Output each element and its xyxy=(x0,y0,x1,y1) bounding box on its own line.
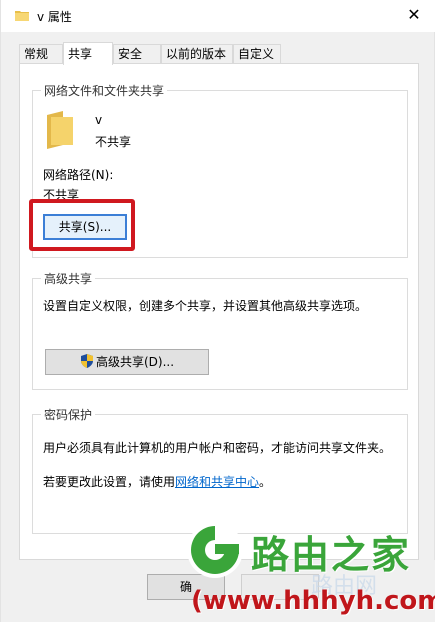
advanced-sharing-description: 设置自定义权限，创建多个共享，并设置其他高级共享选项。 xyxy=(43,299,368,313)
tab-security[interactable]: 安全 xyxy=(113,44,161,63)
tab-general[interactable]: 常规 xyxy=(19,44,63,63)
change-setting-suffix: 。 xyxy=(259,475,272,489)
advanced-sharing-group: 高级共享 设置自定义权限，创建多个共享，并设置其他高级共享选项。 高级共享(D)… xyxy=(32,270,408,390)
change-setting-prefix: 若要更改此设置，请使用 xyxy=(43,475,176,489)
advanced-sharing-button[interactable]: 高级共享(D)... xyxy=(45,349,209,375)
watermark: 路由之家 路由网 (www.hhhyh.com) xyxy=(185,520,435,622)
group-title: 密码保护 xyxy=(41,406,96,423)
network-path-label: 网络路径(N): xyxy=(43,168,114,182)
change-setting-text: 若要更改此设置，请使用网络和共享中心。 xyxy=(43,473,271,490)
network-sharing-center-link[interactable]: 网络和共享中心 xyxy=(175,475,259,489)
router-home-logo-icon xyxy=(185,520,245,580)
tab-previous-versions[interactable]: 以前的版本 xyxy=(161,44,233,63)
folder-share-status: 不共享 xyxy=(95,135,132,149)
password-protection-group: 密码保护 用户必须具有此计算机的用户帐户和密码，才能访问共享文件夹。 若要更改此… xyxy=(32,406,408,534)
window-title: v 属性 xyxy=(37,10,72,24)
tab-customize[interactable]: 自定义 xyxy=(233,44,281,63)
title-bar: v 属性 ✕ xyxy=(1,0,435,32)
folder-name: v xyxy=(95,113,103,127)
tab-sharing[interactable]: 共享 xyxy=(63,42,113,65)
folder-icon xyxy=(43,111,77,149)
properties-window: v 属性 ✕ 常规 共享 安全 以前的版本 自定义 网络文件和文件夹共享 v 不… xyxy=(0,0,435,622)
close-button[interactable]: ✕ xyxy=(402,4,426,26)
group-title: 高级共享 xyxy=(41,270,96,287)
tab-panel: 网络文件和文件夹共享 v 不共享 网络路径(N): 不共享 共享(S)... 高… xyxy=(19,63,419,560)
uac-shield-icon xyxy=(80,352,94,368)
password-protection-description: 用户必须具有此计算机的用户帐户和密码，才能访问共享文件夹。 xyxy=(43,441,392,455)
advanced-sharing-button-label: 高级共享(D)... xyxy=(95,355,175,369)
group-title: 网络文件和文件夹共享 xyxy=(41,82,168,99)
folder-icon xyxy=(15,9,29,21)
watermark-url: (www.hhhyh.com) xyxy=(191,586,435,616)
share-button-highlight xyxy=(29,199,135,251)
